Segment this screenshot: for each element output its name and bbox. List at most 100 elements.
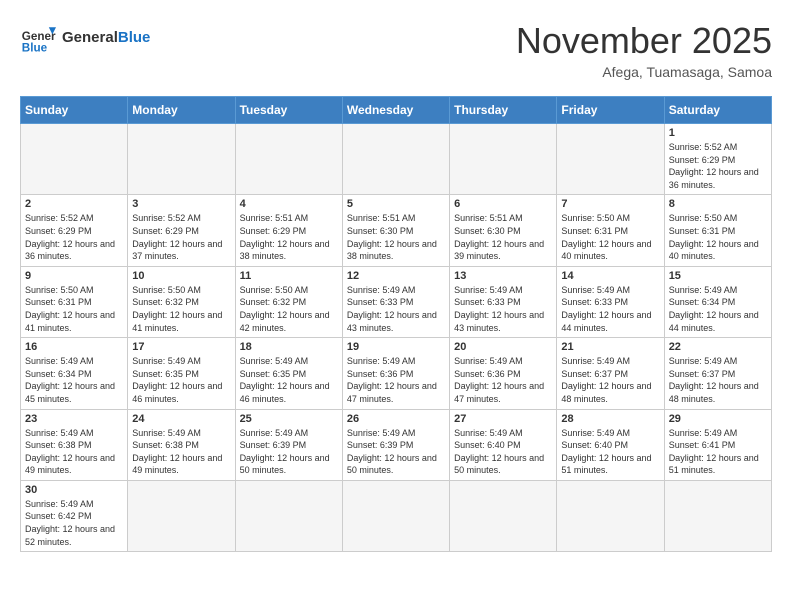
calendar-cell: 28Sunrise: 5:49 AMSunset: 6:40 PMDayligh… [557,409,664,480]
calendar-cell: 4Sunrise: 5:51 AMSunset: 6:29 PMDaylight… [235,195,342,266]
calendar-week-3: 9Sunrise: 5:50 AMSunset: 6:31 PMDaylight… [21,266,772,337]
day-info: Sunrise: 5:52 AMSunset: 6:29 PMDaylight:… [669,141,767,191]
logo-icon: General Blue [20,20,56,56]
day-info: Sunrise: 5:49 AMSunset: 6:35 PMDaylight:… [240,355,338,405]
day-info: Sunrise: 5:49 AMSunset: 6:42 PMDaylight:… [25,498,123,548]
calendar-cell: 18 Sunrise: 5:49 AMSunset: 6:35 PMDayligh… [235,338,342,409]
day-number: 28 [561,413,659,425]
calendar-cell: 17 Sunrise: 5:49 AMSunset: 6:35 PMDayligh… [128,338,235,409]
calendar-cell: 8 Sunrise: 5:50 AMSunset: 6:31 PMDaylight… [664,195,771,266]
calendar-cell: 20 Sunrise: 5:49 AMSunset: 6:36 PMDayligh… [450,338,557,409]
day-number: 11 [240,270,338,282]
day-number: 29 [669,413,767,425]
calendar-cell: 2 Sunrise: 5:52 AMSunset: 6:29 PMDaylight… [21,195,128,266]
calendar-week-6: 30 Sunrise: 5:49 AMSunset: 6:42 PMDayligh… [21,480,772,551]
day-number: 23 [25,413,123,425]
calendar-cell [342,480,449,551]
svg-text:Blue: Blue [22,42,48,55]
day-info: Sunrise: 5:49 AMSunset: 6:36 PMDaylight:… [454,355,552,405]
day-info: Sunrise: 5:49 AMSunset: 6:37 PMDaylight:… [561,355,659,405]
calendar-cell: 14Sunrise: 5:49 AMSunset: 6:33 PMDayligh… [557,266,664,337]
calendar-cell: 1 Sunrise: 5:52 AMSunset: 6:29 PMDaylight… [664,124,771,195]
calendar-cell: 29 Sunrise: 5:49 AMSunset: 6:41 PMDayligh… [664,409,771,480]
calendar-cell: 22 Sunrise: 5:49 AMSunset: 6:37 PMDayligh… [664,338,771,409]
title-block: November 2025 Afega, Tuamasaga, Samoa [516,20,772,80]
day-number: 16 [25,341,123,353]
weekday-wednesday: Wednesday [342,97,449,124]
day-info: Sunrise: 5:49 AMSunset: 6:35 PMDaylight:… [132,355,230,405]
page-header: General Blue GeneralBlue November 2025 A… [20,20,772,80]
day-info: Sunrise: 5:50 AMSunset: 6:31 PMDaylight:… [25,284,123,334]
day-number: 26 [347,413,445,425]
day-number: 17 [132,341,230,353]
calendar-week-1: 1 Sunrise: 5:52 AMSunset: 6:29 PMDaylight… [21,124,772,195]
calendar-cell: 12Sunrise: 5:49 AMSunset: 6:33 PMDayligh… [342,266,449,337]
day-number: 18 [240,341,338,353]
day-number: 2 [25,198,123,210]
calendar-cell: 6Sunrise: 5:51 AMSunset: 6:30 PMDaylight… [450,195,557,266]
day-info: Sunrise: 5:50 AMSunset: 6:31 PMDaylight:… [669,212,767,262]
weekday-friday: Friday [557,97,664,124]
calendar-cell: 23 Sunrise: 5:49 AMSunset: 6:38 PMDayligh… [21,409,128,480]
weekday-saturday: Saturday [664,97,771,124]
calendar-cell [450,124,557,195]
calendar-cell [235,124,342,195]
day-number: 25 [240,413,338,425]
day-info: Sunrise: 5:49 AMSunset: 6:36 PMDaylight:… [347,355,445,405]
calendar-cell: 11Sunrise: 5:50 AMSunset: 6:32 PMDayligh… [235,266,342,337]
calendar-cell: 30 Sunrise: 5:49 AMSunset: 6:42 PMDayligh… [21,480,128,551]
calendar-cell: 26 Sunrise: 5:49 AMSunset: 6:39 PMDayligh… [342,409,449,480]
calendar-table: SundayMondayTuesdayWednesdayThursdayFrid… [20,96,772,552]
calendar-cell: 7Sunrise: 5:50 AMSunset: 6:31 PMDaylight… [557,195,664,266]
day-number: 30 [25,484,123,496]
day-info: Sunrise: 5:49 AMSunset: 6:38 PMDaylight:… [132,427,230,477]
calendar-cell: 21Sunrise: 5:49 AMSunset: 6:37 PMDayligh… [557,338,664,409]
calendar-cell: 24 Sunrise: 5:49 AMSunset: 6:38 PMDayligh… [128,409,235,480]
weekday-monday: Monday [128,97,235,124]
day-info: Sunrise: 5:52 AMSunset: 6:29 PMDaylight:… [132,212,230,262]
day-number: 20 [454,341,552,353]
day-info: Sunrise: 5:52 AMSunset: 6:29 PMDaylight:… [25,212,123,262]
calendar-cell: 5Sunrise: 5:51 AMSunset: 6:30 PMDaylight… [342,195,449,266]
calendar-week-4: 16 Sunrise: 5:49 AMSunset: 6:34 PMDayligh… [21,338,772,409]
calendar-week-2: 2 Sunrise: 5:52 AMSunset: 6:29 PMDaylight… [21,195,772,266]
day-number: 19 [347,341,445,353]
day-info: Sunrise: 5:49 AMSunset: 6:34 PMDaylight:… [25,355,123,405]
day-number: 24 [132,413,230,425]
calendar-cell [664,480,771,551]
calendar-cell [557,480,664,551]
calendar-cell [128,124,235,195]
month-title: November 2025 [516,20,772,62]
day-number: 15 [669,270,767,282]
day-info: Sunrise: 5:49 AMSunset: 6:39 PMDaylight:… [347,427,445,477]
calendar-cell: 27Sunrise: 5:49 AMSunset: 6:40 PMDayligh… [450,409,557,480]
day-number: 22 [669,341,767,353]
calendar-cell: 9Sunrise: 5:50 AMSunset: 6:31 PMDaylight… [21,266,128,337]
calendar-cell: 19 Sunrise: 5:49 AMSunset: 6:36 PMDayligh… [342,338,449,409]
calendar-cell: 16 Sunrise: 5:49 AMSunset: 6:34 PMDayligh… [21,338,128,409]
calendar-week-5: 23 Sunrise: 5:49 AMSunset: 6:38 PMDayligh… [21,409,772,480]
day-info: Sunrise: 5:49 AMSunset: 6:38 PMDaylight:… [25,427,123,477]
day-number: 27 [454,413,552,425]
day-info: Sunrise: 5:51 AMSunset: 6:30 PMDaylight:… [454,212,552,262]
day-info: Sunrise: 5:49 AMSunset: 6:37 PMDaylight:… [669,355,767,405]
day-number: 8 [669,198,767,210]
weekday-thursday: Thursday [450,97,557,124]
calendar-cell [557,124,664,195]
day-info: Sunrise: 5:51 AMSunset: 6:30 PMDaylight:… [347,212,445,262]
day-info: Sunrise: 5:49 AMSunset: 6:33 PMDaylight:… [454,284,552,334]
day-info: Sunrise: 5:49 AMSunset: 6:39 PMDaylight:… [240,427,338,477]
calendar-cell [342,124,449,195]
day-info: Sunrise: 5:49 AMSunset: 6:41 PMDaylight:… [669,427,767,477]
day-number: 1 [669,127,767,139]
calendar-cell: 3Sunrise: 5:52 AMSunset: 6:29 PMDaylight… [128,195,235,266]
day-number: 14 [561,270,659,282]
calendar-cell [128,480,235,551]
weekday-tuesday: Tuesday [235,97,342,124]
day-info: Sunrise: 5:51 AMSunset: 6:29 PMDaylight:… [240,212,338,262]
day-number: 10 [132,270,230,282]
weekday-header-row: SundayMondayTuesdayWednesdayThursdayFrid… [21,97,772,124]
day-info: Sunrise: 5:50 AMSunset: 6:31 PMDaylight:… [561,212,659,262]
calendar-cell [21,124,128,195]
weekday-sunday: Sunday [21,97,128,124]
